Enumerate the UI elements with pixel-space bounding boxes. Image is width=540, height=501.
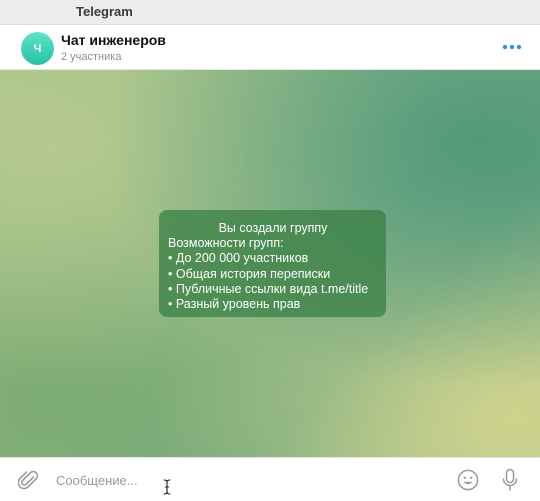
service-message-heading: Вы создали группу <box>218 221 328 235</box>
chat-member-count: 2 участника <box>61 51 122 63</box>
telegram-window: Telegram Ч Чат инженеров 2 участника Вы … <box>0 0 540 501</box>
voice-message-button[interactable] <box>501 468 519 492</box>
service-message-item: • До 200 000 участников <box>168 251 309 266</box>
message-input[interactable] <box>54 469 438 491</box>
paperclip-icon <box>17 470 39 490</box>
chat-header[interactable]: Ч Чат инженеров 2 участника <box>0 25 540 70</box>
service-message-item: • Общая история переписки <box>168 266 331 281</box>
more-dots-icon <box>502 44 522 50</box>
chat-avatar[interactable]: Ч <box>21 32 54 65</box>
window-title: Telegram <box>76 4 133 19</box>
attach-button[interactable] <box>17 468 40 492</box>
smiley-icon <box>457 469 479 491</box>
window-titlebar: Telegram <box>0 0 540 25</box>
service-message-intro: Возможности групп: <box>168 236 284 251</box>
avatar-letter: Ч <box>33 42 42 55</box>
chat-background: Вы создали группу Возможности групп: • Д… <box>0 70 540 457</box>
service-message-item: • Публичные ссылки вида t.me/title <box>168 281 369 296</box>
service-message: Вы создали группу Возможности групп: • Д… <box>159 210 386 317</box>
more-options-button[interactable] <box>500 39 524 55</box>
microphone-icon <box>502 468 518 491</box>
text-cursor-icon <box>163 479 171 495</box>
service-message-item: • Разный уровень прав <box>168 297 301 312</box>
emoji-button[interactable] <box>457 469 479 491</box>
message-composer <box>0 457 540 501</box>
chat-title[interactable]: Чат инженеров <box>61 32 166 48</box>
